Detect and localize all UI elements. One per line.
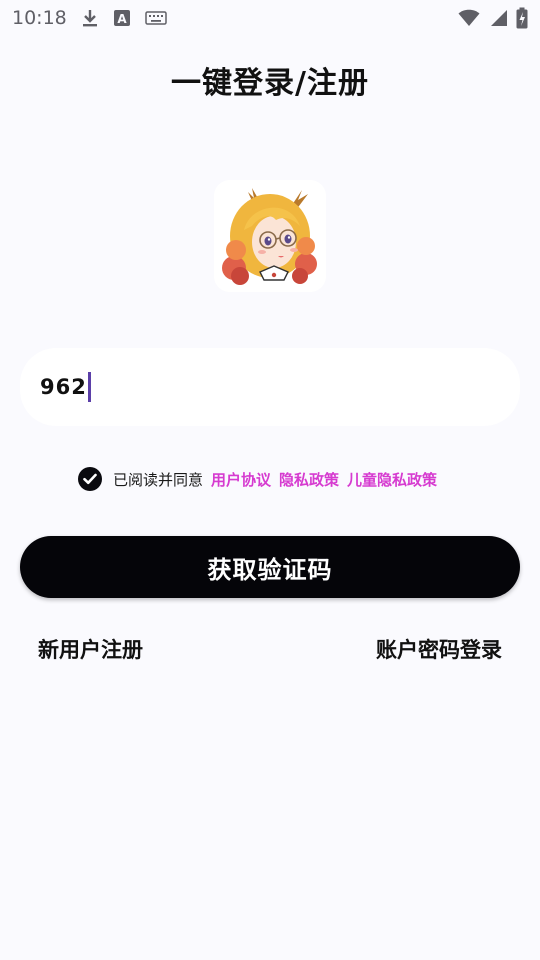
download-icon [81, 8, 99, 28]
new-user-register-link[interactable]: 新用户注册 [38, 634, 143, 664]
password-login-link[interactable]: 账户密码登录 [376, 634, 502, 664]
wifi-icon [458, 9, 480, 27]
status-time: 10:18 [12, 7, 67, 29]
signal-icon [488, 9, 508, 27]
child-privacy-policy-link[interactable]: 儿童隐私政策 [347, 469, 437, 490]
privacy-policy-link[interactable]: 隐私政策 [279, 469, 339, 490]
status-left: 10:18 A [12, 7, 167, 29]
keyboard-icon [145, 11, 167, 25]
text-caret [87, 372, 91, 402]
svg-text:A: A [117, 12, 127, 26]
page-title: 一键登录/注册 [171, 66, 369, 101]
anime-girl-avatar-icon [214, 180, 326, 292]
phone-input[interactable]: 962 [20, 348, 520, 426]
agree-prefix-text: 已阅读并同意 [113, 470, 204, 489]
phone-input-value[interactable]: 962 [40, 375, 87, 399]
checkmark-icon [83, 473, 97, 485]
status-bar: 10:18 A [0, 0, 540, 36]
translate-icon: A [113, 9, 131, 27]
agree-checkbox[interactable] [78, 467, 102, 491]
agreement-row: 已阅读并同意 用户协议 隐私政策 儿童隐私政策 [78, 466, 445, 492]
get-verification-code-button[interactable]: 获取验证码 [20, 536, 520, 598]
user-agreement-link[interactable]: 用户协议 [211, 469, 271, 490]
status-right [458, 7, 528, 29]
battery-charging-icon [516, 7, 528, 29]
app-logo-avatar [214, 180, 326, 292]
